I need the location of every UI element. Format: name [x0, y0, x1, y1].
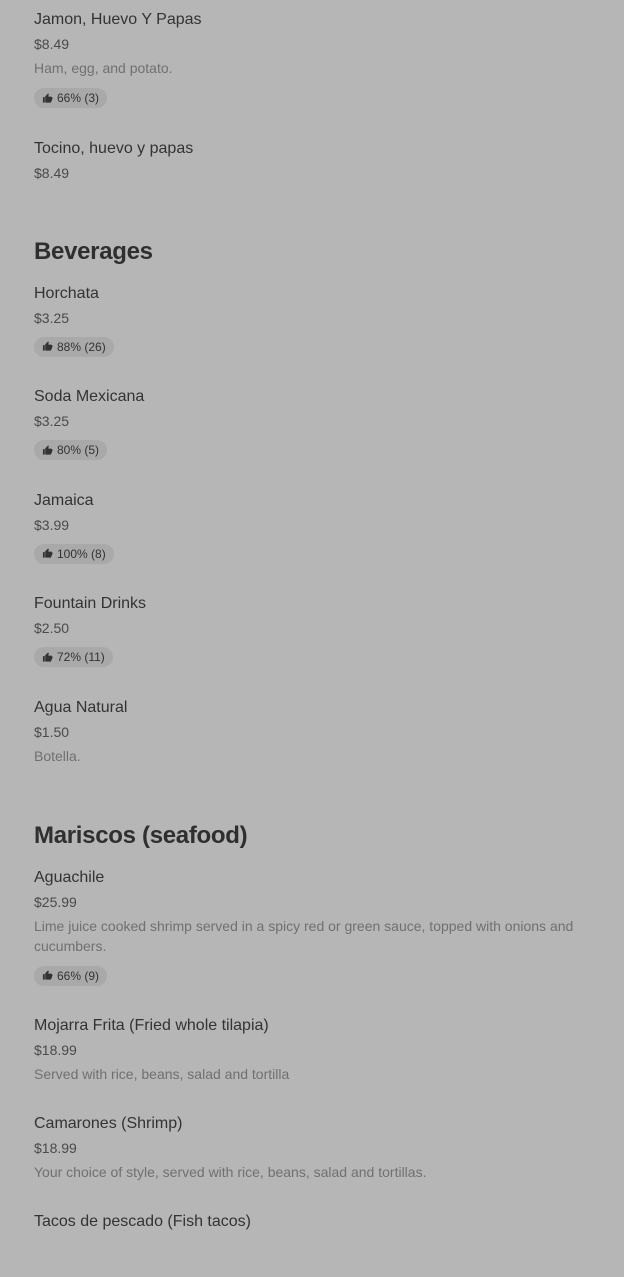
thumbs-up-icon	[42, 970, 53, 980]
thumbs-up-icon	[42, 444, 53, 455]
item-name: Tacos de pescado (Fish tacos)	[34, 1213, 251, 1230]
menu-item[interactable]: Camarones (Shrimp) $18.99 Your choice of…	[34, 1114, 590, 1182]
item-price: $3.99	[34, 516, 70, 533]
rating-text: 72% (11)	[57, 650, 105, 664]
item-price: $3.25	[34, 413, 70, 429]
rating-badge: 80% (5)	[34, 440, 108, 460]
item-name: Fountain Drinks	[34, 595, 147, 612]
rating-badge: 88% (26)	[34, 336, 114, 357]
rating-text: 88% (26)	[57, 339, 106, 354]
item-description: Botella.	[34, 747, 81, 764]
item-price: $1.50	[34, 723, 70, 740]
item-name: Jamaica	[34, 491, 94, 509]
thumbs-up-icon	[42, 341, 53, 351]
menu-item[interactable]: Soda Mexicana $3.25 80% (5)	[34, 387, 590, 461]
rating-text: 80% (5)	[57, 443, 100, 457]
menu-item[interactable]: Horchata $3.25 88% (26)	[34, 284, 590, 358]
item-name: Tocino, huevo y papas	[34, 139, 194, 157]
rating-badge: 72% (11)	[34, 647, 113, 667]
item-name: Soda Mexicana	[34, 388, 145, 405]
item-price: $18.99	[34, 1042, 77, 1058]
item-price: $8.49	[34, 36, 70, 52]
menu-item[interactable]: Fountain Drinks $2.50 72% (11)	[34, 594, 590, 668]
rating-text: 66% (9)	[57, 968, 100, 983]
item-description: Lime juice cooked shrimp served in a spi…	[34, 917, 574, 954]
item-name: Agua Natural	[34, 698, 128, 716]
item-description: Your choice of style, served with rice, …	[34, 1164, 427, 1180]
rating-badge: 66% (3)	[34, 88, 108, 108]
item-price: $25.99	[34, 893, 77, 910]
item-description: Served with rice, beans, salad and torti…	[34, 1066, 290, 1082]
menu-item[interactable]: Aguachile $25.99 Lime juice cooked shrim…	[34, 868, 590, 987]
thumbs-up-icon	[42, 548, 53, 558]
menu-item[interactable]: Jamon, Huevo Y Papas $8.49 Ham, egg, and…	[34, 0, 590, 109]
menu-item[interactable]: Mojarra Frita (Fried whole tilapia) $18.…	[34, 1016, 590, 1084]
menu-list: Jamon, Huevo Y Papas $8.49 Ham, egg, and…	[0, 0, 624, 1232]
item-name: Mojarra Frita (Fried whole tilapia)	[34, 1017, 269, 1034]
section-title: Beverages	[34, 237, 153, 265]
menu-item[interactable]: Jamaica $3.99 100% (8)	[34, 491, 590, 565]
item-description: Ham, egg, and potato.	[34, 60, 173, 76]
item-name: Horchata	[34, 284, 99, 302]
menu-item[interactable]: Tocino, huevo y papas $8.49	[34, 139, 590, 182]
item-name: Camarones (Shrimp)	[34, 1115, 183, 1132]
menu-item[interactable]: Tacos de pescado (Fish tacos)	[34, 1212, 590, 1232]
rating-text: 66% (3)	[57, 91, 100, 105]
item-price: $2.50	[34, 620, 70, 636]
item-name: Jamon, Huevo Y Papas	[34, 11, 202, 28]
section-title: Mariscos (seafood)	[34, 821, 248, 849]
menu-item[interactable]: Agua Natural $1.50 Botella.	[34, 698, 590, 766]
item-price: $18.99	[34, 1140, 77, 1156]
item-price: $8.49	[34, 164, 70, 181]
rating-badge: 100% (8)	[34, 543, 114, 564]
rating-text: 100% (8)	[57, 546, 106, 561]
item-price: $3.25	[34, 309, 70, 326]
thumbs-up-icon	[42, 651, 53, 662]
thumbs-up-icon	[42, 92, 53, 103]
item-name: Aguachile	[34, 868, 105, 886]
rating-badge: 66% (9)	[34, 965, 108, 986]
